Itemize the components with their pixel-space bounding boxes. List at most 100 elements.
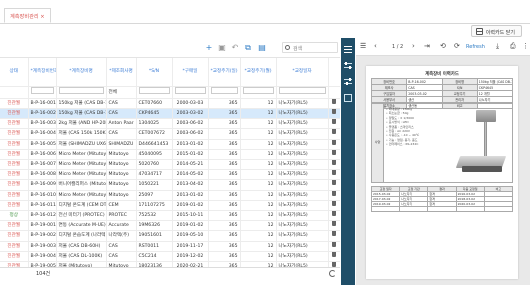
- table-cell: 2013-04-02: [172, 179, 209, 191]
- table-row[interactable]: 진관월 B-P-16-008 Micro Meter (Mitutoyo) Mitut…: [0, 169, 340, 181]
- table-row[interactable]: 진관월 B-P-19-004 저울 (CAS DL-100K) CAS C5C214 20…: [0, 251, 340, 262]
- table-cell: 저울 (CAS 150k 150K): [56, 128, 107, 140]
- filter-input[interactable]: [58, 86, 104, 94]
- column-header[interactable]: *계측장비번호: [28, 58, 57, 87]
- column-header[interactable]: *제조회사명: [106, 58, 137, 87]
- last-page-icon[interactable]: ⇥: [424, 43, 430, 50]
- close-history-card-button[interactable]: 이력카드 닫기: [470, 25, 522, 37]
- column-header[interactable]: *구매일: [172, 58, 209, 87]
- history-cell: [455, 206, 485, 212]
- delete-icon[interactable]: [332, 241, 336, 247]
- prev-page-icon[interactable]: ‹: [374, 43, 377, 50]
- more-icon[interactable]: ⋮: [522, 43, 529, 50]
- table-cell: B-P-16-005: [28, 139, 57, 150]
- delete-icon[interactable]: [332, 180, 336, 186]
- column-header[interactable]: *교정일자: [276, 58, 329, 87]
- export-icon[interactable]: ▤: [258, 44, 266, 52]
- download-icon[interactable]: ⤓: [496, 43, 499, 50]
- delete-icon[interactable]: [332, 231, 336, 237]
- table-row[interactable]: 진관월 B-P-16-007 Micro Meter (Mitutoyo) Mitut…: [0, 159, 340, 171]
- filter-input[interactable]: [30, 86, 54, 94]
- copy-icon[interactable]: ⧉: [244, 44, 252, 52]
- delete-icon[interactable]: [332, 159, 336, 165]
- delete-icon[interactable]: [332, 108, 336, 114]
- filter-cell[interactable]: [208, 86, 241, 99]
- table-cell: Mitutoyo: [106, 159, 137, 171]
- filter-input[interactable]: [278, 86, 326, 94]
- table-row[interactable]: 진관월 B-P-16-004 저울 (CAS 150k 150K) CAS CET007…: [0, 128, 340, 140]
- table-cell: B-P-16-001: [28, 98, 57, 109]
- table-row[interactable]: 정상 B-P-16-012 전선 미터기 (PROTEC) PROTEC 752532 2…: [0, 210, 340, 222]
- refresh-label[interactable]: Refresh: [466, 44, 485, 50]
- filter-cell[interactable]: [0, 86, 29, 99]
- filter-input[interactable]: [138, 86, 170, 94]
- table-row[interactable]: 진관월B-P-16-009버니어캘리퍼스 (Mitutoyo)Mitutoyo1…: [0, 179, 340, 191]
- document-icon[interactable]: [344, 94, 352, 102]
- delete-icon[interactable]: [332, 190, 336, 196]
- history-cell: [483, 206, 514, 212]
- search-input[interactable]: 검색: [282, 42, 338, 53]
- delete-icon[interactable]: [332, 139, 336, 145]
- filter-cell[interactable]: 전체: [106, 86, 137, 99]
- equipment-grid: 상태 *계측장비번호 *계측장비명 *제조회사명 *S/N *구매일 *교정주기(일) *교정…: [0, 57, 340, 281]
- table-cell: D446641453: [136, 139, 173, 150]
- table-cell: Accurate: [106, 220, 137, 232]
- filter-cell[interactable]: [28, 86, 57, 99]
- table-row[interactable]: 진관월 B-P-16-006 Micro Meter (Mitutoyo) Mitut…: [0, 149, 340, 160]
- column-header[interactable]: *계측장비명: [56, 58, 107, 87]
- table-cell: 12: [240, 230, 277, 242]
- rotate-icon[interactable]: ⟲: [440, 43, 446, 50]
- table-row[interactable]: 진관월B-P-16-011디지털 온도계 (CEM DT-8)CEM171107…: [0, 200, 340, 211]
- delete-icon[interactable]: [332, 221, 336, 227]
- refresh-viewer-icon[interactable]: ⟳: [454, 43, 460, 50]
- history-cell: [370, 206, 401, 212]
- table-cell: 2015-01-02: [172, 149, 209, 160]
- next-page-icon[interactable]: ›: [412, 43, 415, 50]
- table-row[interactable]: 진관월 B-P-16-005 저울 (SHIMADZU UX62) SHIMADZU D…: [0, 139, 340, 150]
- table-cell: Mitutoyo: [106, 190, 137, 201]
- filter-input[interactable]: [242, 86, 274, 94]
- delete-icon[interactable]: [332, 200, 336, 206]
- table-row[interactable]: 진관월 B-P-19-001 면동 (Accurate M-UE) Accurate 1…: [0, 220, 340, 232]
- table-cell: 45040095: [136, 149, 173, 160]
- table-cell: 버니어캘리퍼스 (Mitutoyo): [56, 179, 107, 191]
- filter-cell[interactable]: [136, 86, 173, 99]
- delete-icon[interactable]: [332, 129, 336, 135]
- column-header[interactable]: *교정주기(일): [208, 58, 241, 87]
- table-row[interactable]: 진관월B-P-16-001150kg 저울 (CAS DB-150)CASCET…: [0, 98, 340, 109]
- table-row[interactable]: 진관월B-P-16-002150kg 저울 (CAS DB-15)CASCKP4…: [0, 108, 340, 120]
- delete-icon[interactable]: [332, 251, 336, 257]
- delete-icon[interactable]: [332, 119, 336, 125]
- table-row[interactable]: 진관월 B-P-19-003 저울 (CAS DB-60H) CAS RST0011 20…: [0, 241, 340, 252]
- table-row[interactable]: 진관월 B-P-16-003 2kg 저울 (AND HP-20K) Anton Pa…: [0, 118, 340, 130]
- column-header[interactable]: 상태: [0, 58, 29, 87]
- table-row[interactable]: 진관월 B-P-19-002 디지털 온습도계 (나라텍) 나라텍(주) 1905160…: [0, 230, 340, 242]
- undo-icon[interactable]: ↶: [231, 44, 239, 52]
- settings-sliders-icon[interactable]: [344, 62, 352, 70]
- delete-icon[interactable]: [332, 210, 336, 216]
- column-header[interactable]: *교정주기(월): [240, 58, 277, 87]
- delete-icon[interactable]: [332, 170, 336, 176]
- table-cell: 12: [240, 179, 277, 191]
- add-icon[interactable]: +: [205, 44, 213, 52]
- row-actions: [328, 108, 340, 120]
- save-icon[interactable]: ▣: [218, 44, 226, 52]
- filter-cell[interactable]: [240, 86, 277, 99]
- grid-header-row: 상태 *계측장비번호 *계측장비명 *제조회사명 *S/N *구매일 *교정주기(일) *교정…: [0, 58, 340, 87]
- print-icon[interactable]: ⎙: [510, 43, 516, 50]
- filter-input[interactable]: [174, 86, 206, 94]
- tab-equipment-management[interactable]: 계측장비관리 ×: [4, 8, 51, 23]
- filter-cell[interactable]: [56, 86, 107, 99]
- delete-icon[interactable]: [332, 149, 336, 155]
- delete-icon[interactable]: [332, 98, 336, 104]
- table-row[interactable]: 진관월 B-P-16-010 Micro Meter (Mitutoyo) Mitut…: [0, 190, 340, 201]
- sidebar-toggle-icon[interactable]: ☰: [360, 43, 366, 50]
- filter-cell[interactable]: [276, 86, 329, 99]
- menu-icon[interactable]: [344, 46, 352, 54]
- refresh-icon[interactable]: [329, 270, 336, 277]
- table-cell: 나노자기(RL5): [276, 241, 329, 252]
- filter-icon[interactable]: [344, 78, 352, 86]
- filter-input[interactable]: [210, 86, 238, 94]
- column-header[interactable]: *S/N: [136, 58, 173, 87]
- filter-cell[interactable]: [172, 86, 209, 99]
